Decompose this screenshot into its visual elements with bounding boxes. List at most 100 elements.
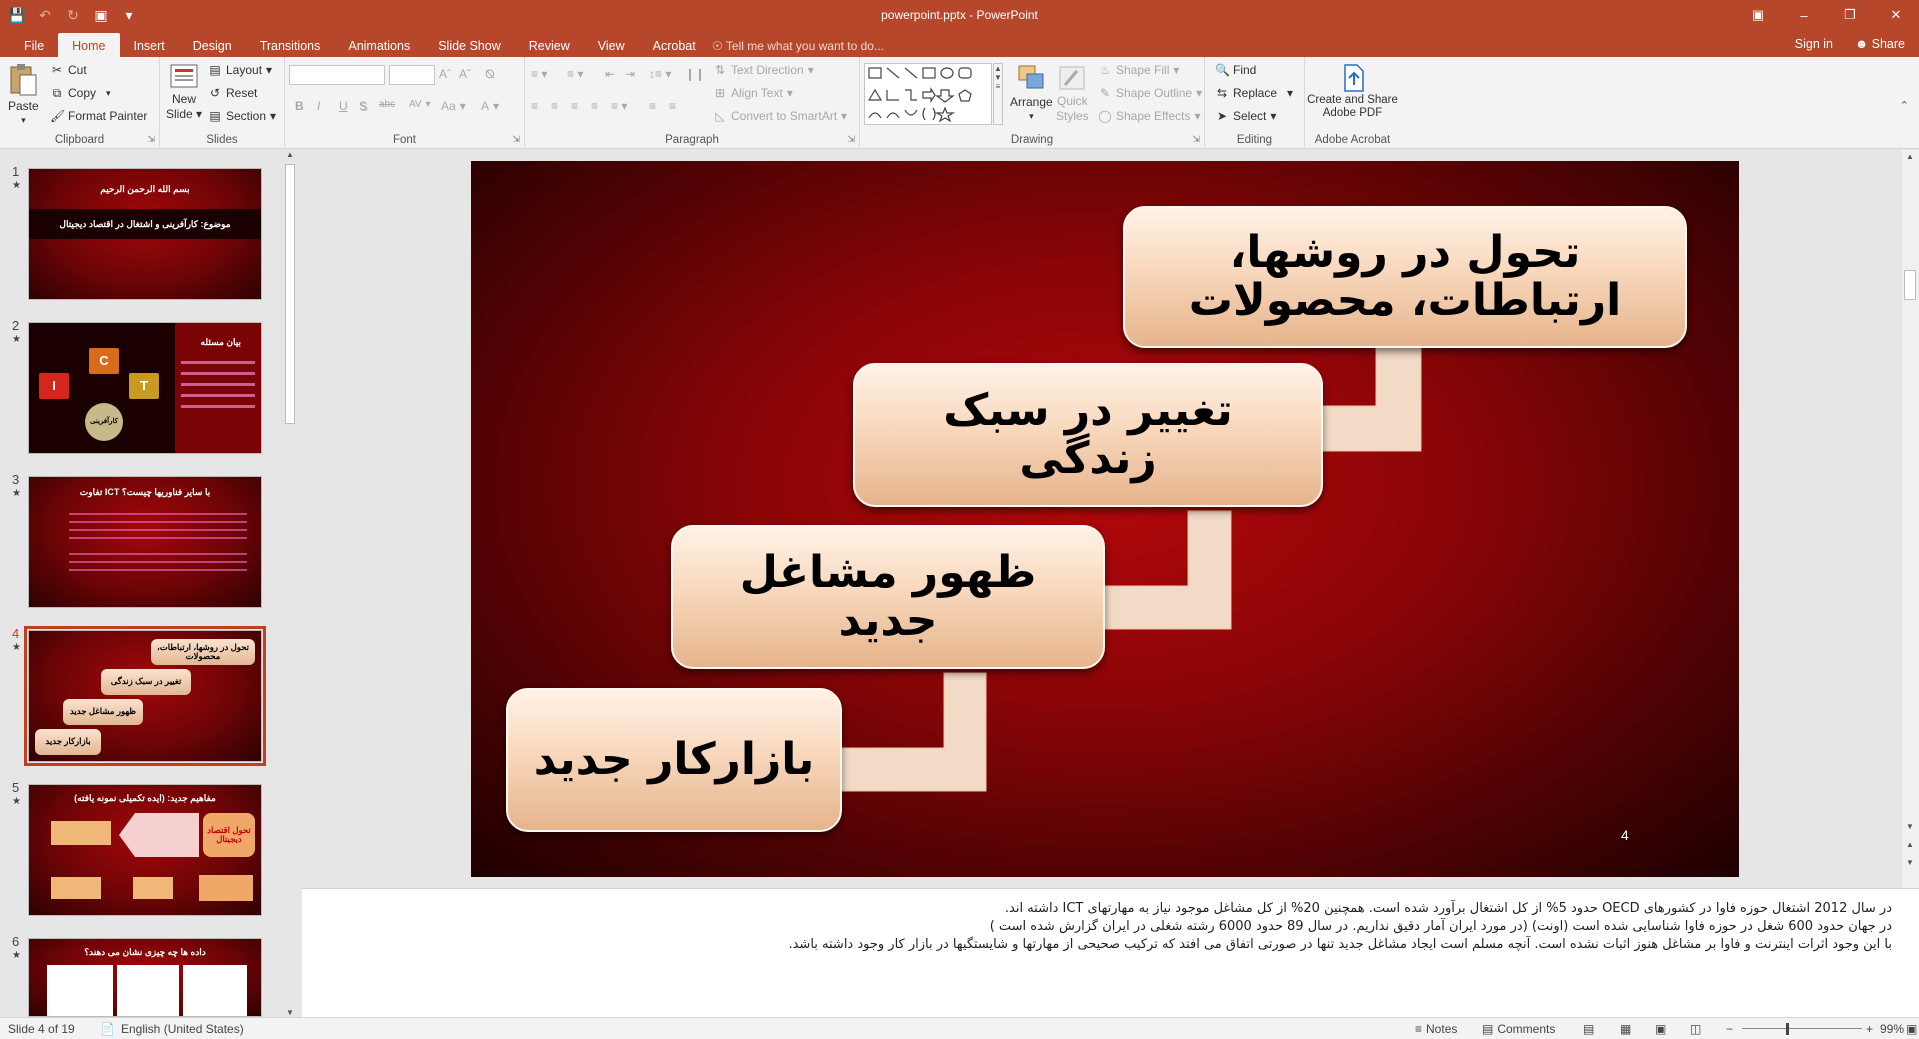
tab-home[interactable]: Home (58, 33, 120, 57)
replace-button[interactable]: ⇆ Replace ▾ (1215, 86, 1293, 100)
scroll-thumb[interactable] (1904, 270, 1916, 300)
select-button[interactable]: ➤ Select ▾ (1215, 109, 1276, 123)
notes-button[interactable]: ≡ Notes (1415, 1022, 1457, 1036)
ribbon-display-options-icon[interactable]: ▣ (1735, 0, 1781, 30)
scroll-down-icon[interactable]: ▼ (1906, 822, 1914, 831)
reading-view-icon[interactable]: ▣ (1655, 1022, 1666, 1036)
numbering-icon[interactable]: ≡ ▾ (567, 67, 583, 81)
flow-box-2[interactable]: تغییر در سبک زندگی (853, 363, 1323, 507)
distributed-icon[interactable]: ≡ ▾ (611, 99, 627, 113)
close-icon[interactable]: ✕ (1873, 0, 1919, 30)
strikethrough-button[interactable]: abc (379, 99, 395, 110)
scroll-up-icon[interactable]: ▲ (286, 150, 294, 159)
scroll-down-icon[interactable]: ▼ (286, 1008, 294, 1017)
language-status[interactable]: English (United States) (121, 1022, 244, 1036)
tab-slide-show[interactable]: Slide Show (424, 33, 515, 57)
comments-button[interactable]: ▤ Comments (1482, 1022, 1555, 1036)
find-button[interactable]: 🔍 Find (1215, 63, 1256, 77)
sign-in-link[interactable]: Sign in (1795, 37, 1833, 51)
zoom-level[interactable]: 99% (1880, 1022, 1904, 1036)
character-spacing-button[interactable]: AV ▾ (409, 99, 431, 110)
reset-button[interactable]: ↺ Reset (208, 86, 257, 100)
bullets-icon[interactable]: ≡ ▾ (531, 67, 547, 81)
tab-transitions[interactable]: Transitions (246, 33, 335, 57)
tell-me-search[interactable]: ☉ Tell me what you want to do... (712, 39, 884, 53)
align-left-icon[interactable]: ≡ (531, 99, 538, 113)
increase-font-size-icon[interactable]: Aˆ (439, 67, 451, 81)
tab-insert[interactable]: Insert (120, 33, 179, 57)
next-slide-icon[interactable]: ▼ (1906, 858, 1914, 867)
tab-animations[interactable]: Animations (334, 33, 424, 57)
flow-box-4[interactable]: بازارکار جدید (506, 688, 842, 832)
arrange-button[interactable]: Arrange ▾ (1010, 63, 1053, 122)
slide-thumbnail-3[interactable]: تفاوت ICT با سایر فناوریها چیست؟ (28, 476, 262, 608)
decrease-font-size-icon[interactable]: Aˇ (459, 67, 471, 81)
current-slide[interactable]: تحول در روشها، ارتباطات، محصولات تغییر د… (471, 161, 1739, 877)
copy-button[interactable]: ⧉ Copy ▾ (50, 86, 111, 100)
change-case-button[interactable]: Aa ▾ (441, 99, 466, 113)
scroll-up-icon[interactable]: ▲ (1906, 152, 1914, 161)
dialog-launcher-icon[interactable]: ⇲ (512, 134, 520, 145)
notes-pane[interactable]: در سال 2012 اشتغال حوزه فاوا در کشورهای … (302, 888, 1919, 1017)
bold-button[interactable]: B (295, 99, 304, 113)
slide-thumbnail-1[interactable]: بسم الله الرحمن الرحيم موضوع: کارآفرینی … (28, 168, 262, 300)
flow-box-1[interactable]: تحول در روشها، ارتباطات، محصولات (1123, 206, 1687, 348)
slide-thumbnail-4[interactable]: تحول در روشها، ارتباطات، محصولات تغییر د… (24, 626, 266, 766)
spelling-icon[interactable]: 📄 (100, 1022, 115, 1036)
dialog-launcher-icon[interactable]: ⇲ (847, 134, 855, 145)
italic-button[interactable]: I (317, 99, 320, 113)
thumbnails-scrollbar[interactable]: ▲ ▼ (282, 150, 298, 1017)
slide-thumbnail-5[interactable]: مفاهیم جدید: (ایده تکمیلی نمونه یافته) ت… (28, 784, 262, 916)
tab-view[interactable]: View (584, 33, 639, 57)
slide-sorter-icon[interactable]: ▦ (1620, 1022, 1631, 1036)
tab-acrobat[interactable]: Acrobat (639, 33, 710, 57)
ltr-icon[interactable]: ≡ (669, 99, 676, 113)
font-size-combo[interactable] (389, 65, 435, 85)
maximize-icon[interactable]: ❐ (1827, 0, 1873, 30)
previous-slide-icon[interactable]: ▲ (1906, 840, 1914, 849)
align-center-icon[interactable]: ≡ (551, 99, 558, 113)
shape-effects-button[interactable]: ◯ Shape Effects ▾ (1098, 109, 1200, 123)
shape-outline-button[interactable]: ✎ Shape Outline ▾ (1098, 86, 1202, 100)
shape-fill-button[interactable]: ♨ Shape Fill ▾ (1098, 63, 1180, 77)
fit-slide-icon[interactable]: ▣ (1906, 1022, 1917, 1036)
quick-styles-button[interactable]: Quick Styles (1056, 63, 1089, 123)
slide-thumbnail-6[interactable]: داده ها چه چیزی نشان می دهند؟ (28, 938, 262, 1017)
slide-show-icon[interactable]: ◫ (1690, 1022, 1701, 1036)
slide-thumbnail-2[interactable]: بیان مسئله C I T کارآفرینی (28, 322, 262, 454)
tab-design[interactable]: Design (179, 33, 246, 57)
rtl-icon[interactable]: ≡ (649, 99, 656, 113)
justify-icon[interactable]: ≡ (591, 99, 598, 113)
increase-indent-icon[interactable]: ⇥ (625, 67, 635, 81)
paste-button[interactable]: Paste ▾ (8, 63, 39, 126)
align-right-icon[interactable]: ≡ (571, 99, 578, 113)
font-name-combo[interactable] (289, 65, 385, 85)
minimize-icon[interactable]: – (1781, 0, 1827, 30)
decrease-indent-icon[interactable]: ⇤ (605, 67, 615, 81)
shapes-gallery[interactable] (864, 63, 992, 125)
normal-view-icon[interactable]: ▤ (1583, 1022, 1594, 1036)
dialog-launcher-icon[interactable]: ⇲ (1192, 134, 1200, 145)
shapes-gallery-scroll[interactable]: ▲ ▼ ≡ (993, 63, 1003, 125)
zoom-out-icon[interactable]: − (1726, 1022, 1733, 1036)
zoom-slider-thumb[interactable] (1786, 1023, 1789, 1035)
convert-smartart-button[interactable]: ◺ Convert to SmartArt ▾ (713, 109, 847, 123)
text-direction-button[interactable]: ⇅ Text Direction ▾ (713, 63, 814, 77)
clear-formatting-icon[interactable]: ⦰ (485, 67, 495, 82)
columns-icon[interactable]: ❙❙ (685, 67, 705, 81)
create-share-pdf-button[interactable]: Create and Share Adobe PDF (1305, 63, 1400, 119)
line-spacing-icon[interactable]: ↕≡ ▾ (649, 67, 671, 81)
flow-box-3[interactable]: ظهور مشاغل جدید (671, 525, 1105, 669)
new-slide-button[interactable]: New Slide ▾ (166, 63, 202, 121)
cut-button[interactable]: ✂ Cut (50, 63, 87, 77)
collapse-ribbon-icon[interactable]: ⌃ (1900, 99, 1909, 112)
scroll-thumb[interactable] (285, 164, 295, 424)
layout-button[interactable]: ▤ Layout ▾ (208, 63, 272, 77)
dialog-launcher-icon[interactable]: ⇲ (147, 134, 155, 145)
tab-file[interactable]: File (10, 33, 58, 57)
share-button[interactable]: ☻ Share (1855, 37, 1905, 51)
tab-review[interactable]: Review (515, 33, 584, 57)
format-painter-button[interactable]: 🖌 Format Painter (50, 109, 147, 123)
align-text-button[interactable]: ⊞ Align Text ▾ (713, 86, 793, 100)
slide-vertical-scrollbar[interactable]: ▲ ▼ ▲ ▼ (1902, 150, 1919, 888)
